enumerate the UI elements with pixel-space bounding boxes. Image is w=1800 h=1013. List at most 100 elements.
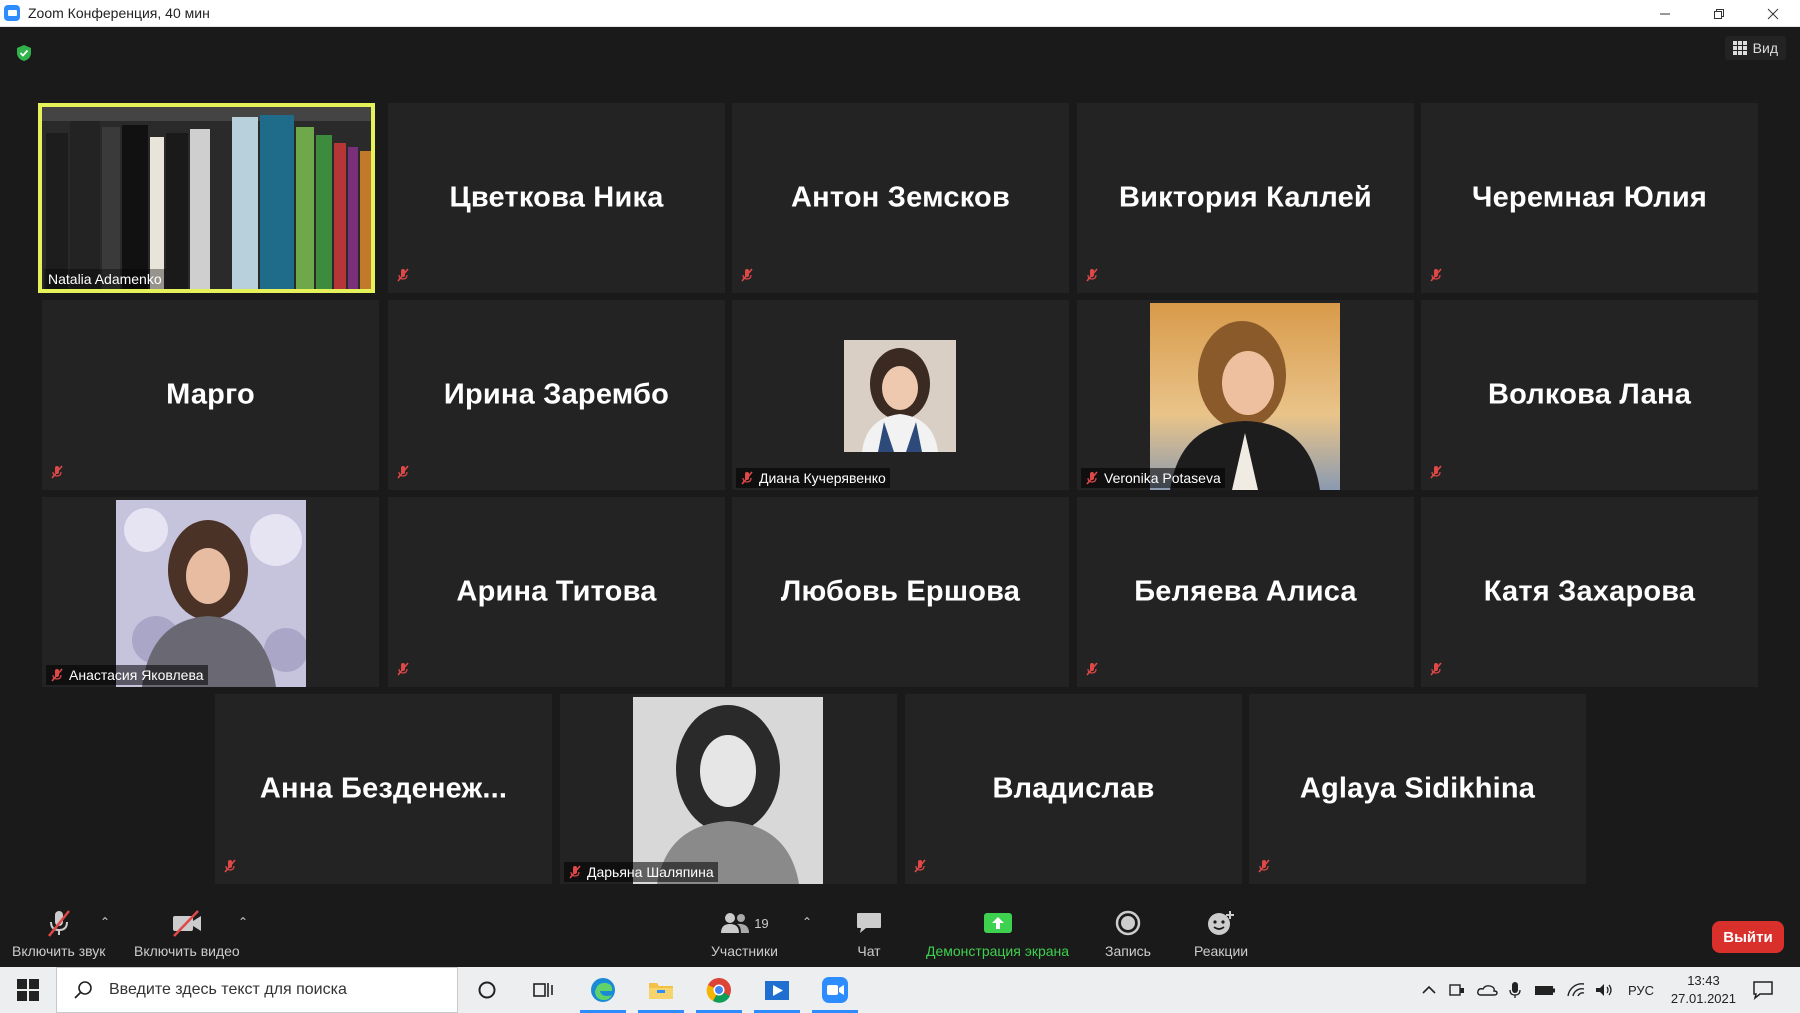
participant-name: Виктория Каллей xyxy=(1119,181,1372,214)
profile-photo xyxy=(116,500,306,687)
start-video-button[interactable]: Включить видео xyxy=(134,905,240,959)
taskbar-search-box[interactable] xyxy=(56,967,458,1013)
restore-button[interactable] xyxy=(1692,0,1746,27)
video-tile-belyaeva-alisa[interactable]: Беляева Алиса xyxy=(1077,497,1414,687)
view-button[interactable]: Вид xyxy=(1724,36,1786,60)
video-tile-diana-kucheryavenko[interactable]: Диана Кучерявенко xyxy=(732,300,1069,490)
window-controls xyxy=(1638,0,1800,27)
video-tile-anna-bezdenezh[interactable]: Анна Безденеж... xyxy=(215,694,552,884)
encryption-shield-icon[interactable] xyxy=(16,44,32,62)
video-tile-katya-zakharova[interactable]: Катя Захарова xyxy=(1421,497,1758,687)
participants-label: Участники xyxy=(711,943,778,959)
participant-name: Дарьяна Шаляпина xyxy=(587,864,714,880)
leave-meeting-button[interactable]: Выйти xyxy=(1712,921,1784,953)
microphone-icon[interactable] xyxy=(1508,981,1522,999)
task-view-icon xyxy=(533,983,553,997)
minimize-icon xyxy=(1660,13,1670,14)
bookshelf-video-feed xyxy=(42,107,371,289)
notifications-button[interactable] xyxy=(1736,967,1790,1013)
video-tile-anton-zemskov[interactable]: Антон Земсков xyxy=(732,103,1069,293)
participant-label: Natalia Adamenko xyxy=(44,269,166,289)
video-tile-anastasiya-yakovleva[interactable]: Анастасия Яковлева xyxy=(42,497,379,687)
windows-taskbar: РУС 13:43 27.01.2021 xyxy=(0,967,1800,1013)
file-explorer-taskbar-button[interactable] xyxy=(634,967,688,1013)
zoom-taskbar-button[interactable] xyxy=(808,967,862,1013)
chrome-taskbar-button[interactable] xyxy=(692,967,746,1013)
cortana-button[interactable] xyxy=(460,967,514,1013)
video-tile-lyubov-ershova[interactable]: Любовь Ершова xyxy=(732,497,1069,687)
video-tile-viktoriya-kalley[interactable]: Виктория Каллей xyxy=(1077,103,1414,293)
minimize-button[interactable] xyxy=(1638,0,1692,27)
participants-count: 19 xyxy=(754,915,769,931)
meet-now-icon[interactable] xyxy=(1448,982,1466,998)
video-tile-vladislav[interactable]: Владислав xyxy=(905,694,1242,884)
chrome-icon xyxy=(706,978,731,1003)
task-view-button[interactable] xyxy=(516,967,570,1013)
participants-options-chevron-up-icon[interactable]: ⌃ xyxy=(802,915,812,929)
video-tile-arina-titova[interactable]: Арина Титова xyxy=(388,497,725,687)
wifi-icon[interactable] xyxy=(1566,982,1586,998)
share-screen-button[interactable]: Демонстрация экрана xyxy=(926,905,1069,959)
participant-name: Диана Кучерявенко xyxy=(759,470,886,486)
volume-icon[interactable] xyxy=(1594,982,1614,998)
video-tile-aglaya-sidikhina[interactable]: Aglaya Sidikhina xyxy=(1249,694,1586,884)
profile-photo xyxy=(844,340,956,452)
muted-mic-icon xyxy=(396,662,410,681)
chat-button[interactable]: Чат xyxy=(855,905,883,959)
share-screen-icon xyxy=(983,913,1012,933)
muted-mic-icon xyxy=(1257,859,1271,878)
participant-label: Анастасия Яковлева xyxy=(46,665,208,685)
participant-name: Анна Безденеж... xyxy=(259,772,508,805)
participant-label: Veronika Potaseva xyxy=(1081,468,1225,488)
video-options-chevron-up-icon[interactable]: ⌃ xyxy=(238,915,248,929)
participant-label: Дарьяна Шаляпина xyxy=(564,862,718,882)
muted-mic-icon xyxy=(1085,662,1099,681)
participant-name: Черемная Юлия xyxy=(1472,181,1707,214)
muted-mic-icon xyxy=(396,465,410,484)
close-button[interactable] xyxy=(1746,0,1800,27)
video-tile-volkova-lana[interactable]: Волкова Лана xyxy=(1421,300,1758,490)
media-player-taskbar-button[interactable] xyxy=(750,967,804,1013)
video-tile-daryana-shalyapina[interactable]: Дарьяна Шаляпина xyxy=(560,694,897,884)
window-title: Zoom Конференция, 40 мин xyxy=(28,5,210,21)
show-hidden-icons-chevron-up-icon[interactable] xyxy=(1420,983,1438,997)
notifications-speech-bubble-icon xyxy=(1753,981,1773,1000)
restore-icon xyxy=(1714,8,1724,19)
system-clock[interactable]: 13:43 27.01.2021 xyxy=(1671,972,1736,1008)
profile-photo xyxy=(1150,303,1340,490)
input-language-indicator[interactable]: РУС xyxy=(1628,983,1654,998)
video-tile-tsvetkova-nika[interactable]: Цветкова Ника xyxy=(388,103,725,293)
participant-name: Беляева Алиса xyxy=(1134,575,1357,608)
participant-name: Владислав xyxy=(992,772,1155,805)
video-tile-cheremnaya-yuliya[interactable]: Черемная Юлия xyxy=(1421,103,1758,293)
record-button[interactable]: Запись xyxy=(1105,905,1151,959)
record-icon xyxy=(1115,910,1141,936)
start-video-label: Включить видео xyxy=(134,943,240,959)
video-tile-margo[interactable]: Марго xyxy=(42,300,379,490)
participant-name: Veronika Potaseva xyxy=(1104,470,1221,486)
edge-taskbar-button[interactable] xyxy=(576,967,630,1013)
system-tray: РУС xyxy=(1420,967,1654,1013)
grid-icon xyxy=(1732,41,1747,55)
onedrive-cloud-icon[interactable] xyxy=(1476,983,1498,997)
muted-mic-icon xyxy=(1429,465,1443,484)
reactions-button[interactable]: Реакции xyxy=(1194,905,1248,959)
participant-name: Natalia Adamenko xyxy=(48,271,162,287)
unmute-button[interactable]: Включить звук xyxy=(12,905,105,959)
participants-button[interactable]: 19 Участники xyxy=(711,905,778,959)
chat-icon xyxy=(857,913,881,933)
video-tile-veronika-potaseva[interactable]: Veronika Potaseva xyxy=(1077,300,1414,490)
video-off-icon xyxy=(172,910,201,937)
participant-name: Цветкова Ника xyxy=(449,181,664,214)
participant-name: Волкова Лана xyxy=(1487,378,1692,411)
participant-name: Марго xyxy=(166,378,255,411)
zoom-app-icon xyxy=(4,5,20,21)
start-button[interactable] xyxy=(0,967,56,1013)
muted-mic-icon xyxy=(1085,471,1099,485)
audio-options-chevron-up-icon[interactable]: ⌃ xyxy=(100,915,110,929)
battery-icon[interactable] xyxy=(1534,983,1556,997)
video-tile-irina-zarembo[interactable]: Ирина Зарембо xyxy=(388,300,725,490)
muted-mic-icon xyxy=(223,859,237,878)
taskbar-search-input[interactable] xyxy=(107,980,431,1000)
video-tile-natalia-adamenko[interactable]: Natalia Adamenko xyxy=(38,103,375,293)
